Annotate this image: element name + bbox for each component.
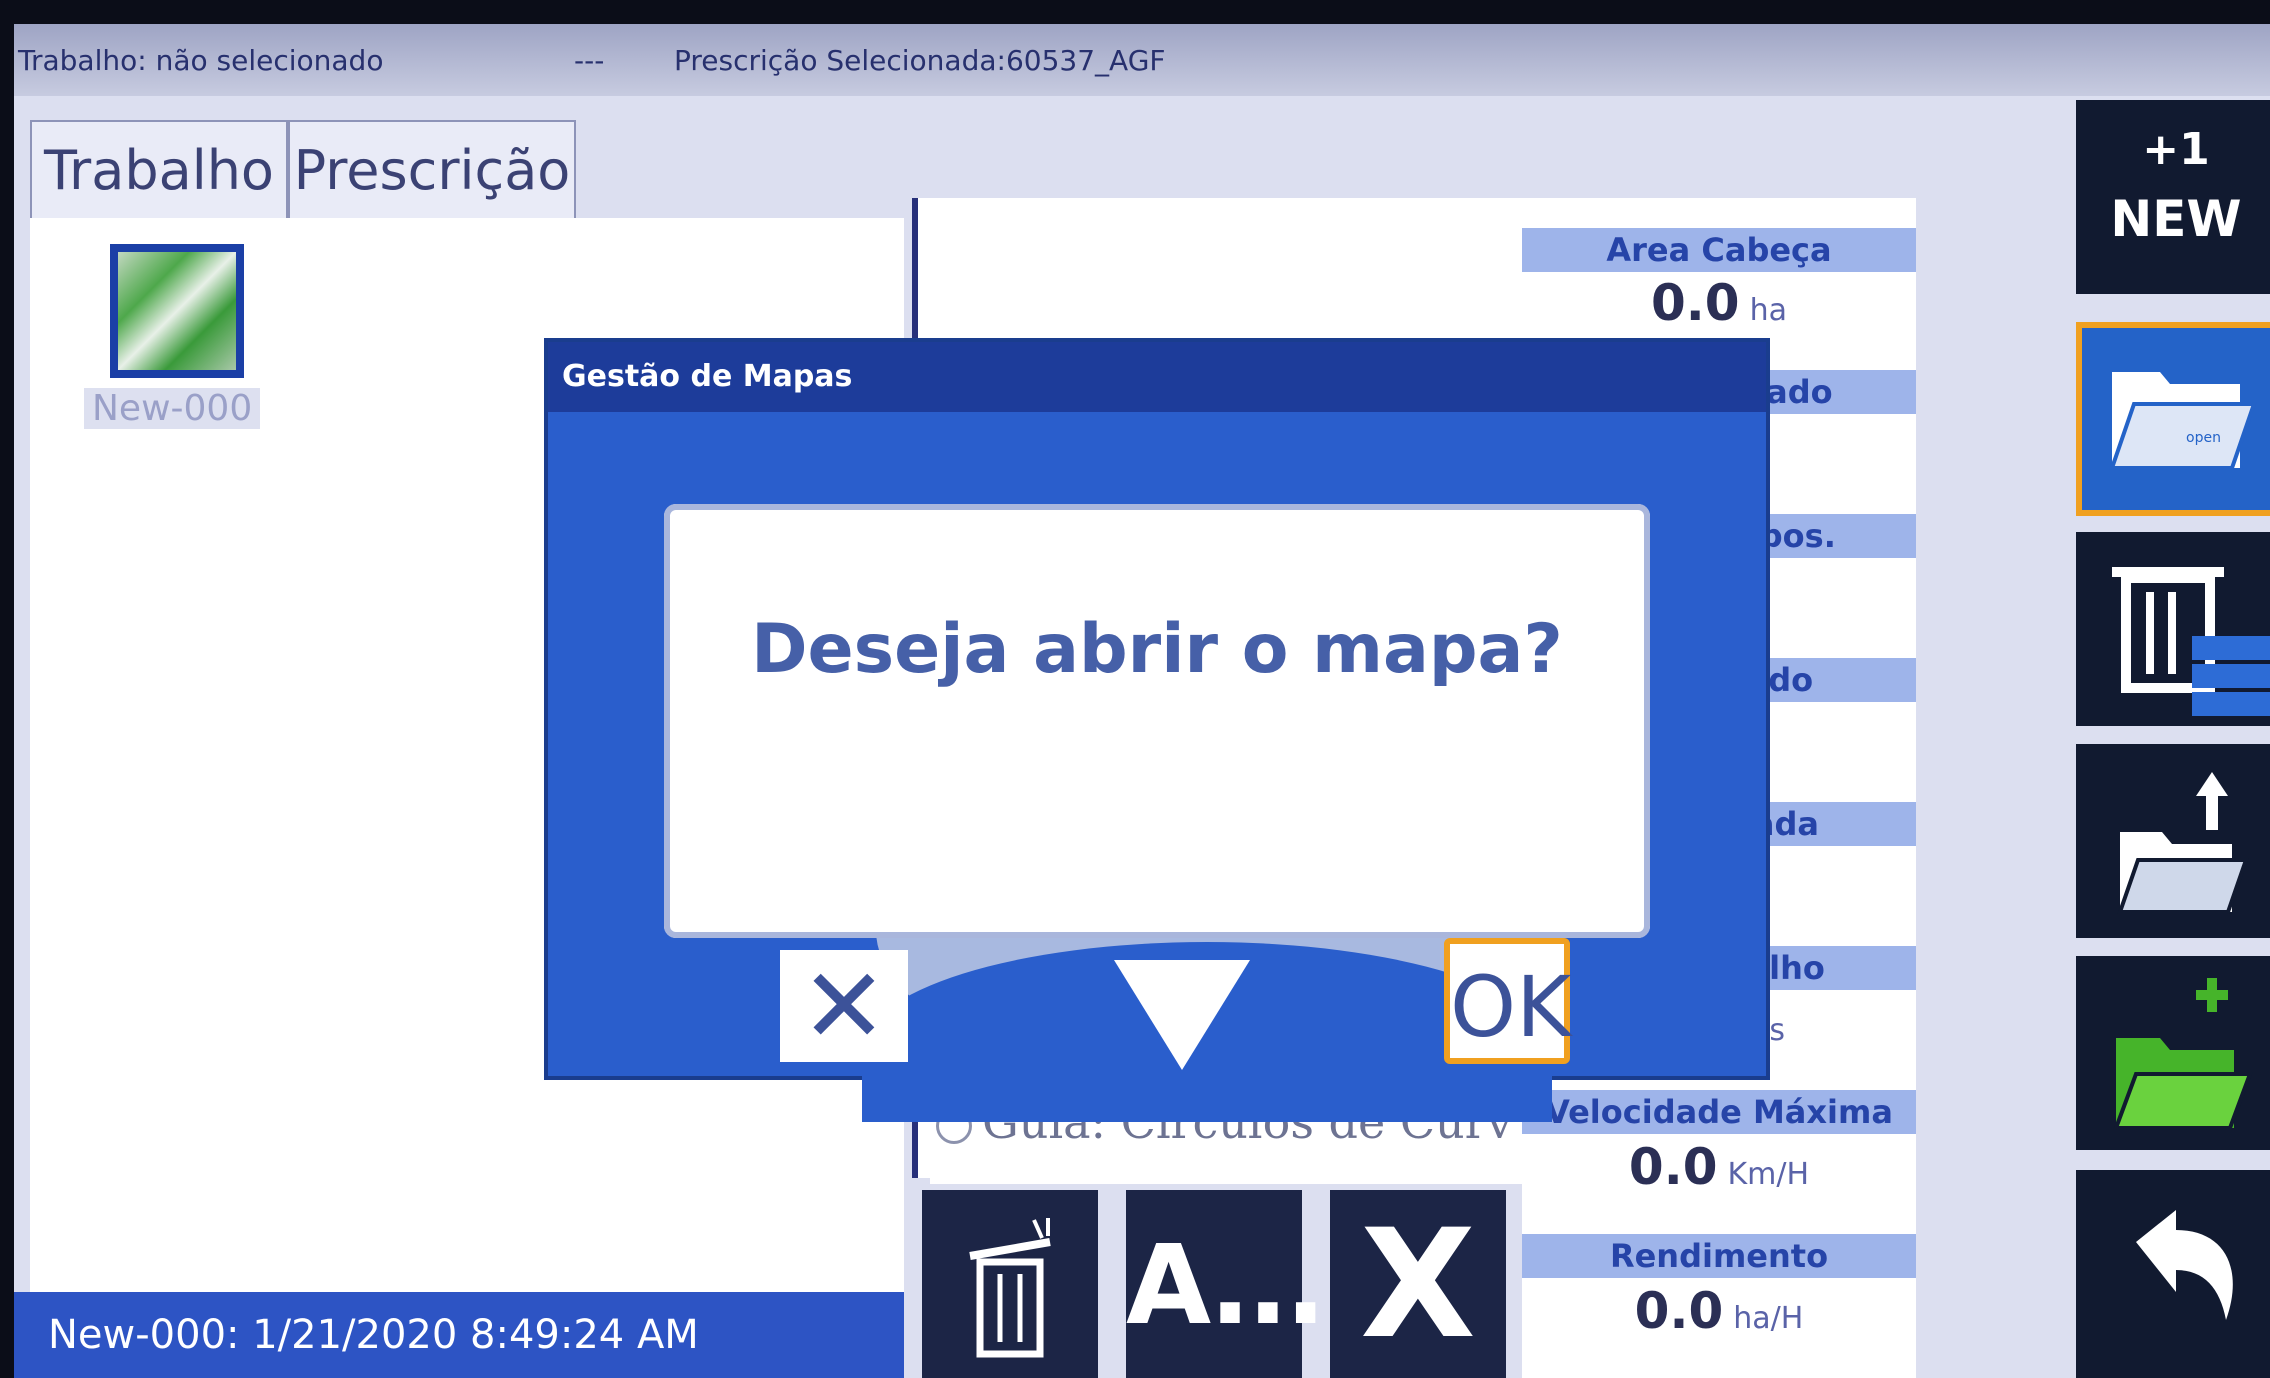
dialog-message: Deseja abrir o mapa? (751, 610, 1563, 689)
back-arrow-icon (2136, 1210, 2233, 1320)
close-panel-button[interactable]: X (1330, 1190, 1506, 1378)
folder-upload-icon (2117, 772, 2249, 914)
folder-open-icon: open (2109, 372, 2257, 470)
ok-button[interactable]: OK (1444, 938, 1571, 1064)
open-map-button[interactable]: open (2076, 322, 2270, 516)
map-management-dialog: Gestão de Mapas Deseja abrir o mapa? ✕ O… (548, 342, 1766, 1122)
delete-map-button[interactable] (922, 1190, 1098, 1378)
map-thumbnail[interactable] (110, 244, 244, 378)
title-separator: --- (574, 44, 605, 77)
export-map-button[interactable] (2076, 744, 2270, 938)
tab-prescricao[interactable]: Prescrição (288, 120, 576, 220)
title-bar: Trabalho: não selecionado --- Prescrição… (14, 24, 2270, 96)
down-arrow-icon (1114, 960, 1250, 1070)
rename-map-button[interactable]: A... (1126, 1190, 1327, 1378)
stat-label: Area Cabeça (1522, 228, 1916, 272)
new-count-label: +1 (2142, 124, 2210, 175)
trash-list-icon (2112, 567, 2270, 716)
dialog-title: Gestão de Mapas (548, 342, 1766, 412)
cancel-button[interactable]: ✕ (780, 950, 908, 1062)
map-item-label[interactable]: New-000 (84, 388, 261, 429)
status-bar: New-000: 1/21/2020 8:49:24 AM (14, 1292, 904, 1378)
job-status: Trabalho: não selecionado (18, 44, 384, 77)
close-button-label: X (1360, 1198, 1476, 1372)
stat-label: Velocidade Máxima (1522, 1090, 1916, 1134)
device-screen: Trabalho: não selecionado --- Prescrição… (14, 24, 2270, 1378)
prescription-status: Prescrição Selecionada:60537_AGF (674, 44, 1166, 77)
back-button[interactable] (2076, 1170, 2270, 1378)
trash-icon (969, 1218, 1051, 1358)
stat-label: Rendimento (1522, 1234, 1916, 1278)
stat-value: 0.0 Km/H (1628, 1138, 1810, 1196)
stat-value: 0.0 ha (1651, 274, 1787, 332)
delete-maps-button[interactable] (2076, 532, 2270, 726)
stat-value: 0.0 ha/H (1634, 1282, 1804, 1340)
folder-add-icon (2113, 978, 2253, 1130)
new-label: NEW (2110, 190, 2242, 248)
open-badge: open (2186, 430, 2221, 446)
import-map-button[interactable] (2076, 956, 2270, 1150)
dialog-message-box: Deseja abrir o mapa? (664, 504, 1650, 938)
new-map-button[interactable]: +1 NEW (2076, 100, 2270, 294)
rename-button-label: A... (1126, 1221, 1327, 1349)
tab-trabalho[interactable]: Trabalho (30, 120, 288, 220)
